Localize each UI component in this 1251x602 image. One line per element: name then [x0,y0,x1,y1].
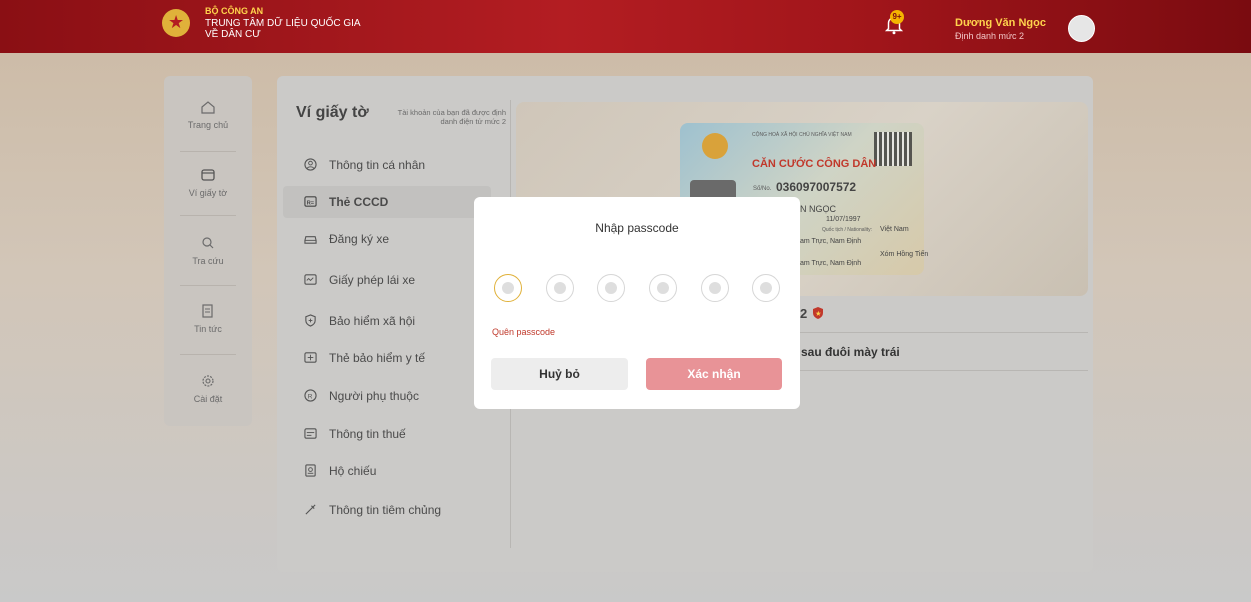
identifying-marks: sau đuôi mày trái [801,345,900,359]
wallet-icon [201,169,215,181]
menu-item-driving-license[interactable]: Giấy phép lái xe [283,264,491,296]
syringe-icon [305,504,316,515]
id-card-icon: R= [304,196,317,207]
menu-label: Thẻ bảo hiểm y tế [329,351,426,365]
nav-separator [180,285,236,286]
card-residence: Xóm Hồng Tiến [880,251,929,258]
card-name: N NGỌC [800,204,836,214]
qr-code [874,132,912,166]
notification-badge: 9+ [890,10,904,24]
nav-separator [180,215,236,216]
menu-item-personal-info[interactable]: Thông tin cá nhân [283,149,491,181]
gear-icon [202,375,214,387]
menu-item-passport[interactable]: Hộ chiếu [283,455,491,487]
modal-title: Nhập passcode [595,221,679,235]
card-nationality: Việt Nam [880,226,909,233]
menu-item-vehicle[interactable]: Đăng ký xe [283,223,491,255]
card-number: 036097007572 [776,180,857,194]
tax-icon [304,428,317,439]
confirm-button[interactable]: Xác nhận [646,358,782,390]
shield-plus-icon [305,314,316,327]
passcode-digit-2[interactable] [546,274,574,302]
org-line-2: TRUNG TÂM DỮ LIỆU QUỐC GIA [205,18,361,29]
card-header: CỘNG HOÀ XÃ HỘI CHỦ NGHĨA VIỆT NAM [752,132,852,138]
menu-label: Thông tin cá nhân [329,158,426,172]
menu-item-vaccination[interactable]: Thông tin tiêm chủng [283,494,491,526]
menu-item-health-insurance[interactable]: Thẻ bảo hiểm y tế [283,342,491,374]
page-title: Ví giấy tờ [296,104,369,121]
avatar[interactable] [1068,15,1095,42]
nav-label-news: Tin tức [194,324,222,334]
nav-label-settings: Cài đặt [193,394,223,404]
svg-text:R: R [308,393,313,400]
passcode-digit-1[interactable] [494,274,522,302]
menu-label: Giấy phép lái xe [329,273,416,287]
nav-separator [180,354,236,355]
emblem-icon [702,133,728,159]
user-name[interactable]: Dương Văn Ngọc [955,17,1046,29]
nav-item-news[interactable]: Tin tức [164,304,252,334]
menu-item-tax[interactable]: Thông tin thuế [283,418,491,450]
menu-label: Hộ chiếu [329,464,377,478]
svg-text:R=: R= [307,200,315,206]
forgot-passcode-link[interactable]: Quên passcode [492,327,555,337]
shield-badge-icon: ★ [812,307,823,319]
menu-label: Thẻ CCCD [329,195,389,209]
svg-text:★: ★ [815,311,821,318]
person-icon [304,158,317,171]
car-icon [304,236,317,244]
card-origin: am Trực, Nam Định [800,238,862,245]
news-icon [202,304,213,318]
medical-card-icon [304,352,317,363]
identification-note: Tài khoản của bạn đã được định danh điện… [397,108,506,126]
card-address: am Trực, Nam Định [800,260,862,267]
nav-item-settings[interactable]: Cài đặt [164,374,252,404]
nav-label-search: Tra cứu [192,256,224,266]
cancel-button[interactable]: Huỷ bỏ [491,358,628,390]
card-title: CĂN CƯỚC CÔNG DÂN [752,158,877,170]
dependent-icon: R [304,389,317,402]
passport-icon [305,464,316,477]
menu-item-dependents[interactable]: R Người phụ thuộc [283,380,491,412]
menu-label: Đăng ký xe [329,232,390,246]
nav-label-wallet: Ví giấy tờ [188,188,228,198]
identification-level: 2 ★ [800,306,825,321]
card-nationality-label: Quốc tịch / Nationality: [822,227,873,233]
menu-label: Bảo hiểm xã hội [329,314,416,328]
passcode-digit-5[interactable] [701,274,729,302]
user-level: Định danh mức 2 [955,31,1025,41]
star-icon: ★ [168,12,185,32]
search-icon [202,237,214,249]
org-line-3: VỀ DÂN CƯ [205,29,261,40]
menu-label: Người phụ thuộc [329,389,419,403]
home-icon [201,101,215,114]
nav-label-home: Trang chủ [187,120,229,130]
passcode-digit-3[interactable] [597,274,625,302]
license-icon [304,274,317,285]
nav-separator [180,151,236,152]
nav-item-wallet[interactable]: Ví giấy tờ [164,168,252,198]
card-dob: 11/07/1997 [826,216,861,223]
identification-level-value: 2 [800,306,808,321]
org-line-1: BỘ CÔNG AN [205,6,264,16]
menu-label: Thông tin tiêm chủng [329,503,442,517]
menu-item-social-insurance[interactable]: Bảo hiểm xã hội [283,305,491,337]
menu-label: Thông tin thuế [329,427,406,441]
menu-item-cccd[interactable]: R= Thẻ CCCD [283,186,491,218]
passcode-digit-6[interactable] [752,274,780,302]
passcode-digit-4[interactable] [649,274,677,302]
nav-item-home[interactable]: Trang chủ [164,100,252,130]
nav-item-search[interactable]: Tra cứu [164,236,252,266]
card-number-label: Số/No. [753,186,772,192]
